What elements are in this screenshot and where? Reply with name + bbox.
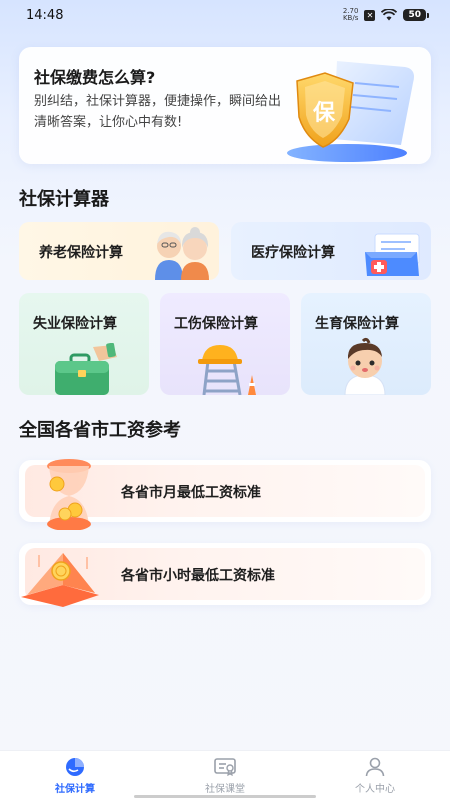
hourly-min-wage-label: 各省市小时最低工资标准 — [121, 568, 275, 584]
status-bar: 14:48 2.70 KB/s ✕ 50 — [0, 0, 450, 30]
hero-title: 社保缴费怎么算? — [34, 68, 156, 87]
tab-social-calc-label: 社保计算 — [55, 783, 95, 795]
home-indicator — [134, 795, 316, 798]
pension-calculator-card[interactable]: 养老保险计算 — [19, 222, 219, 280]
calculator-section-title: 社保计算器 — [19, 189, 109, 210]
bottom-tab-bar: 社保计算 社保课堂 个人中心 — [0, 750, 450, 800]
status-time: 14:48 — [26, 7, 64, 23]
medical-calculator-card[interactable]: 医疗保险计算 — [231, 222, 431, 280]
monthly-min-wage-card[interactable]: 各省市月最低工资标准 — [19, 459, 431, 530]
hourly-min-wage-card[interactable]: 各省市小时最低工资标准 — [19, 543, 431, 607]
unemployment-calculator-card[interactable]: 失业保险计算 — [19, 293, 149, 395]
wifi-icon — [381, 9, 398, 21]
work-injury-calculator-label: 工伤保险计算 — [174, 316, 258, 332]
svg-text:保: 保 — [312, 101, 336, 126]
medical-kit-illustration — [365, 233, 420, 276]
unemployment-calculator-label: 失业保险计算 — [33, 316, 117, 332]
no-sim-icon: ✕ — [364, 9, 376, 21]
hero-card[interactable]: 社保缴费怎么算? 别纠结，社保计算器，便捷操作，瞬间给出清晰答案，让你心中有数!… — [19, 47, 431, 164]
ladder-helmet-illustration — [198, 345, 256, 395]
elderly-couple-illustration — [155, 227, 209, 280]
tab-personal-center-label: 个人中心 — [355, 783, 395, 795]
work-injury-calculator-card[interactable]: 工伤保险计算 — [160, 293, 290, 395]
certificate-icon — [214, 757, 236, 776]
hero-description: 别纠结，社保计算器，便捷操作，瞬间给出清晰答案，让你心中有数! — [34, 94, 282, 130]
tab-social-class[interactable]: 社保课堂 — [165, 757, 285, 795]
tab-personal-center[interactable]: 个人中心 — [315, 757, 435, 795]
net-speed: 2.70 KB/s — [342, 7, 359, 22]
baby-illustration — [344, 337, 386, 395]
medical-calculator-label: 医疗保险计算 — [251, 245, 335, 261]
insurance-shield-illustration: 保 — [287, 61, 414, 162]
status-icons: 2.70 KB/s ✕ 50 — [342, 7, 429, 22]
tab-social-class-label: 社保课堂 — [205, 783, 245, 795]
battery-icon: 50 — [403, 9, 429, 21]
person-icon — [365, 757, 385, 776]
briefcase-illustration — [55, 343, 117, 395]
pyramid-coin-icon — [21, 553, 99, 607]
wage-section-title: 全国各省市工资参考 — [19, 420, 181, 441]
hourglass-coins-icon — [47, 459, 91, 530]
monthly-min-wage-label: 各省市月最低工资标准 — [121, 485, 261, 501]
pie-chart-icon — [66, 757, 84, 776]
maternity-calculator-card[interactable]: 生育保险计算 — [301, 293, 431, 395]
maternity-calculator-label: 生育保险计算 — [315, 316, 399, 332]
pension-calculator-label: 养老保险计算 — [39, 245, 123, 261]
tab-social-calc[interactable]: 社保计算 — [15, 757, 135, 795]
